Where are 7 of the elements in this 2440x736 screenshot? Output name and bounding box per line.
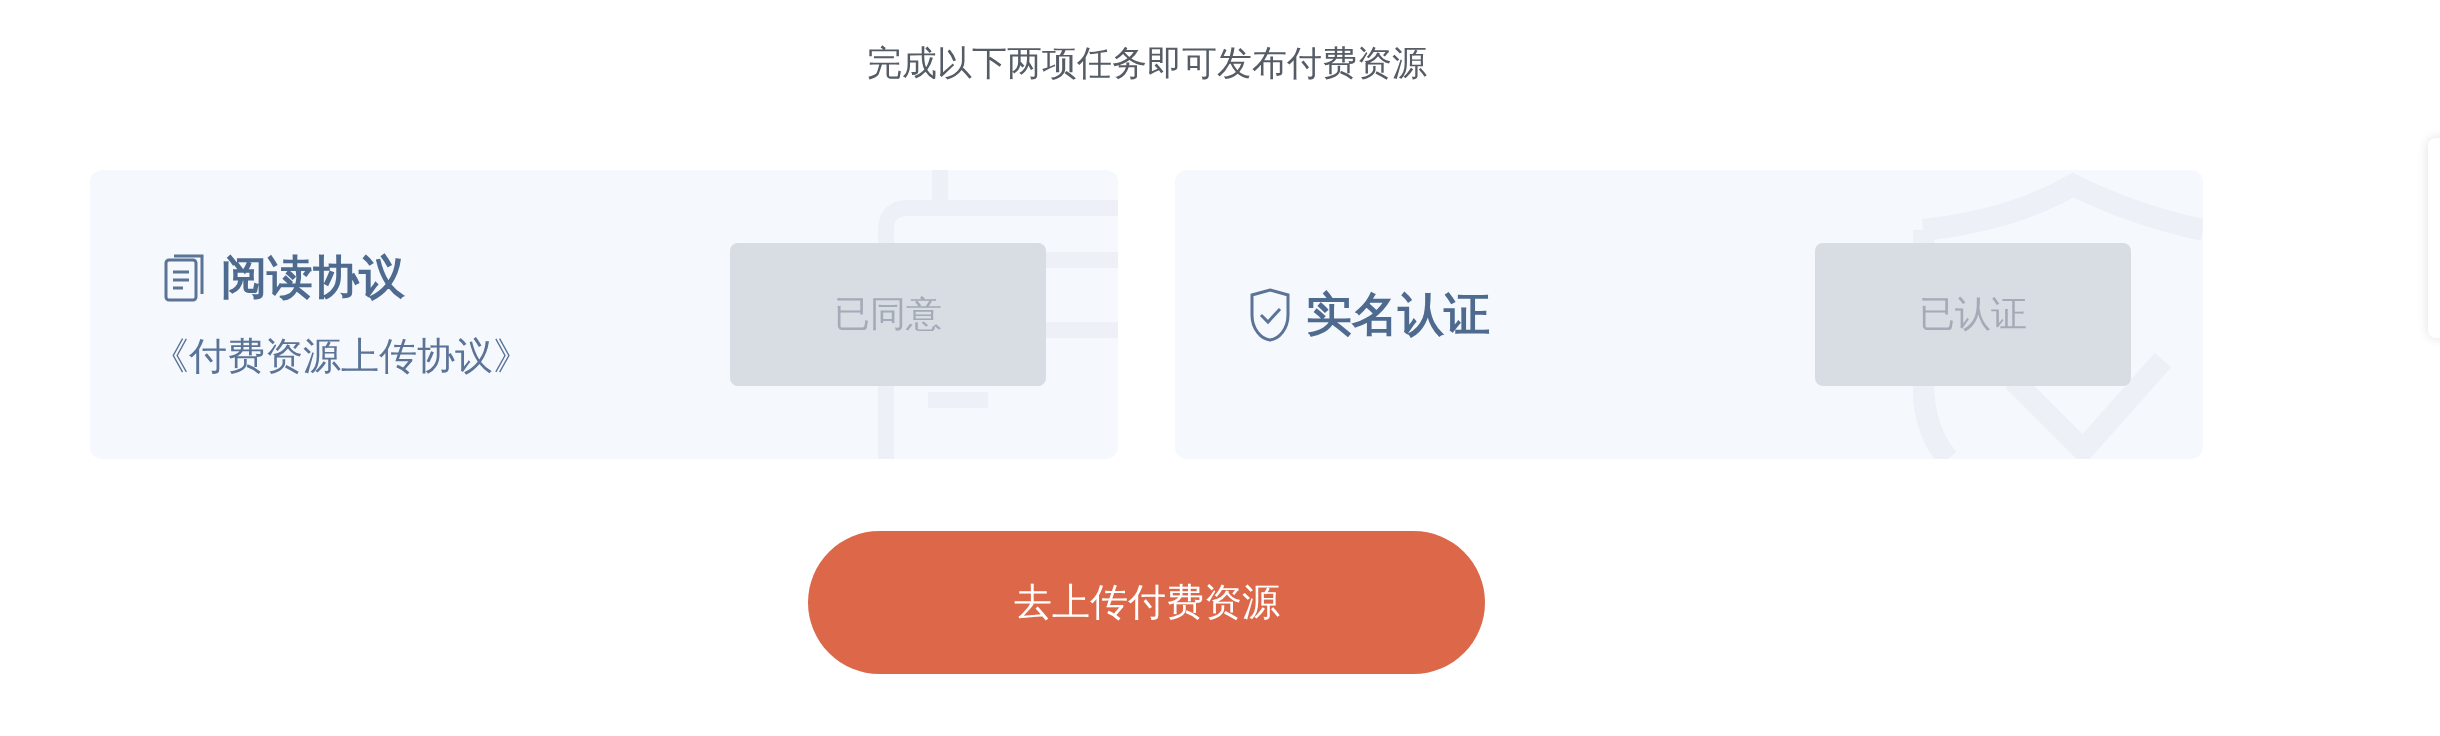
document-icon: [163, 252, 207, 304]
agreement-link[interactable]: 《付费资源上传协议》: [151, 331, 531, 382]
upload-button[interactable]: 去上传付费资源: [808, 531, 1485, 674]
page-heading: 完成以下两项任务即可发布付费资源: [866, 42, 1427, 85]
shield-check-icon: [1248, 286, 1292, 343]
task-title: 实名认证: [1306, 285, 1490, 343]
task-title: 阅读协议: [221, 249, 405, 306]
